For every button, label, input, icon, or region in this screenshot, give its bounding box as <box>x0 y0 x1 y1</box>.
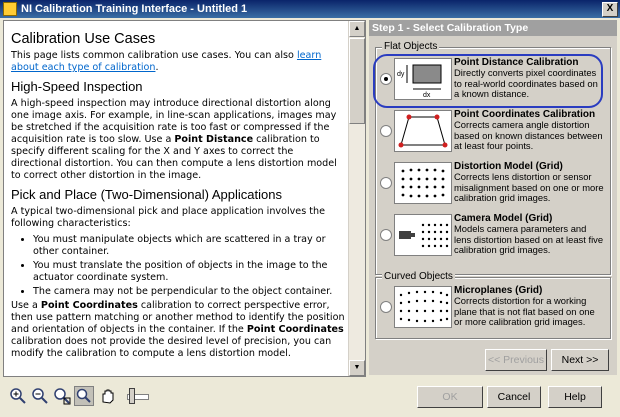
zoom-out-icon[interactable] <box>30 386 50 406</box>
help-button[interactable]: Help <box>548 386 602 408</box>
radio-distortion-model[interactable] <box>380 177 392 189</box>
list-item: You must translate the position of objec… <box>33 260 345 284</box>
vertical-scrollbar[interactable]: ▲ ▼ <box>348 21 365 376</box>
next-button[interactable]: Next >> <box>551 349 609 371</box>
radio-camera-model[interactable] <box>380 229 392 241</box>
list-item: You must manipulate objects which are sc… <box>33 234 345 258</box>
zoom-fit-icon[interactable] <box>52 386 72 406</box>
option-microplanes[interactable]: Microplanes (Grid) Corrects distortion f… <box>380 285 606 330</box>
pan-icon[interactable] <box>98 386 118 406</box>
section-pick-place-text: Use a Point Coordinates calibration to c… <box>11 300 345 359</box>
flat-objects-label: Flat Objects <box>382 41 440 52</box>
option-description: Models camera parameters and lens distor… <box>454 223 604 256</box>
calibration-type-panel: Step 1 - Select Calibration Type Flat Ob… <box>369 20 617 375</box>
cancel-button[interactable]: Cancel <box>487 386 541 408</box>
help-document: Calibration Use Cases This page lists co… <box>11 21 345 376</box>
scroll-thumb[interactable] <box>349 38 365 124</box>
help-pane: Calibration Use Cases This page lists co… <box>3 20 366 377</box>
distortion-grid-illustration <box>394 162 452 204</box>
app-icon <box>3 2 17 16</box>
zoom-selection-icon[interactable] <box>74 386 94 406</box>
point-coordinates-illustration <box>394 110 452 152</box>
curved-grid-icon <box>399 290 449 323</box>
title-bar: NI Calibration Training Interface - Unti… <box>0 0 620 18</box>
selection-highlight <box>373 54 603 108</box>
option-description: Corrects distortion for a working plane … <box>454 295 595 328</box>
scroll-up-icon[interactable]: ▲ <box>349 21 365 37</box>
ok-button[interactable]: OK <box>417 386 483 408</box>
option-distortion-model[interactable]: Distortion Model (Grid) Corrects lens di… <box>380 161 606 206</box>
previous-button[interactable]: << Previous <box>485 349 547 371</box>
doc-title: Calibration Use Cases <box>11 31 156 47</box>
microplanes-illustration <box>394 286 452 328</box>
zoom-slider-thumb[interactable] <box>129 388 135 404</box>
section-pick-place-title: Pick and Place (Two-Dimensional) Applica… <box>11 187 282 202</box>
option-camera-model[interactable]: Camera Model (Grid) Models camera parame… <box>380 213 606 258</box>
option-description: Corrects lens distortion or sensor misal… <box>454 171 604 204</box>
dot-grid-icon <box>401 168 445 198</box>
section-pick-place-intro: A typical two-dimensional pick and place… <box>11 206 325 229</box>
doc-intro: This page lists common calibration use c… <box>11 50 322 73</box>
scroll-down-icon[interactable]: ▼ <box>349 360 365 376</box>
radio-microplanes[interactable] <box>380 301 392 313</box>
section-high-speed-text: A high-speed inspection may introduce di… <box>11 98 337 181</box>
option-point-coordinates[interactable]: Point Coordinates Calibration Corrects c… <box>380 109 606 154</box>
bottom-toolbar: OK Cancel Help <box>0 378 620 417</box>
step-header: Step 1 - Select Calibration Type <box>369 20 617 36</box>
camera-icon <box>399 223 449 248</box>
curved-objects-group: Curved Objects Microplanes (Grid) Correc… <box>375 271 611 339</box>
characteristics-list: You must manipulate objects which are sc… <box>11 234 345 298</box>
close-button[interactable]: X <box>602 2 618 17</box>
window-title: NI Calibration Training Interface - Unti… <box>21 3 248 15</box>
list-item: The camera may not be perpendicular to t… <box>33 286 345 298</box>
option-description: Corrects camera angle distortion based o… <box>454 119 603 152</box>
zoom-in-icon[interactable] <box>8 386 28 406</box>
camera-model-illustration <box>394 214 452 256</box>
trapezoid-icon <box>398 114 448 148</box>
section-high-speed-title: High-Speed Inspection <box>11 79 143 94</box>
curved-objects-label: Curved Objects <box>382 271 455 282</box>
radio-point-coordinates[interactable] <box>380 125 392 137</box>
